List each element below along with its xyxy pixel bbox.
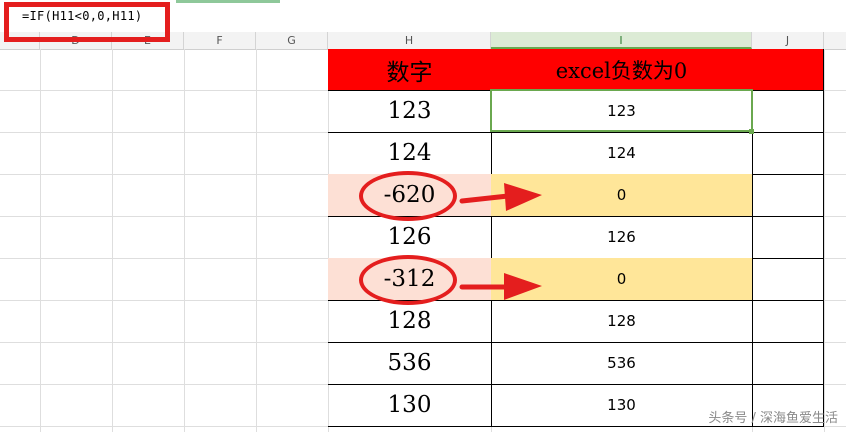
table-cell-i[interactable]: 124 [491,132,753,175]
grid-line [824,49,825,432]
active-tab-indicator [176,0,280,3]
table-cell-j[interactable] [752,90,824,133]
grid-line [40,49,41,432]
table-cell-h[interactable]: 126 [328,216,492,259]
header-cell-j[interactable] [752,49,824,91]
table-cell-i[interactable]: 126 [491,216,753,259]
table-cell-j[interactable] [752,300,824,343]
column-header-e[interactable]: E [112,32,184,49]
table-cell-j[interactable] [752,132,824,175]
table-cell-i-result[interactable]: 0 [491,174,753,217]
grid-line [184,49,185,432]
table-cell-h[interactable]: 536 [328,342,492,385]
grid-line [112,49,113,432]
column-header-g[interactable]: G [256,32,328,49]
column-header-j[interactable]: J [752,32,824,49]
column-header-d[interactable]: D [40,32,112,49]
column-header-h[interactable]: H [328,32,491,49]
column-header-i[interactable]: I [491,32,752,49]
column-header-row: D E F G H I J [0,32,846,50]
table-cell-h-negative[interactable]: -312 [328,258,492,301]
header-cell-number[interactable]: 数字 [328,49,492,91]
table-cell-h[interactable]: 124 [328,132,492,175]
column-header-k-partial[interactable] [824,32,846,49]
formula-bar[interactable]: =IF(H11<0,0,H11) [0,0,846,33]
table-cell-h[interactable]: 128 [328,300,492,343]
watermark-text: 头条号 / 深海鱼爱生活 [708,411,838,426]
table-cell-i[interactable]: 123 [491,90,753,133]
table-cell-j[interactable] [752,342,824,385]
column-header-f[interactable]: F [184,32,256,49]
table-cell-j[interactable] [752,258,824,301]
table-cell-i[interactable]: 128 [491,300,753,343]
table-cell-i-result[interactable]: 0 [491,258,753,301]
grid-line [256,49,257,432]
table-cell-h-negative[interactable]: -620 [328,174,492,217]
table-cell-h[interactable]: 130 [328,384,492,427]
spreadsheet-grid[interactable]: 数字 excel负数为0 123 123 124 124 -620 0 126 … [0,49,846,432]
header-cell-excel-negative-zero[interactable]: excel负数为0 [491,49,753,91]
fill-handle[interactable] [749,129,754,134]
formula-text[interactable]: =IF(H11<0,0,H11) [22,9,142,23]
column-header-partial[interactable] [0,32,40,49]
table-cell-j[interactable] [752,174,824,217]
table-cell-i[interactable]: 536 [491,342,753,385]
table-cell-j[interactable] [752,216,824,259]
table-cell-h[interactable]: 123 [328,90,492,133]
